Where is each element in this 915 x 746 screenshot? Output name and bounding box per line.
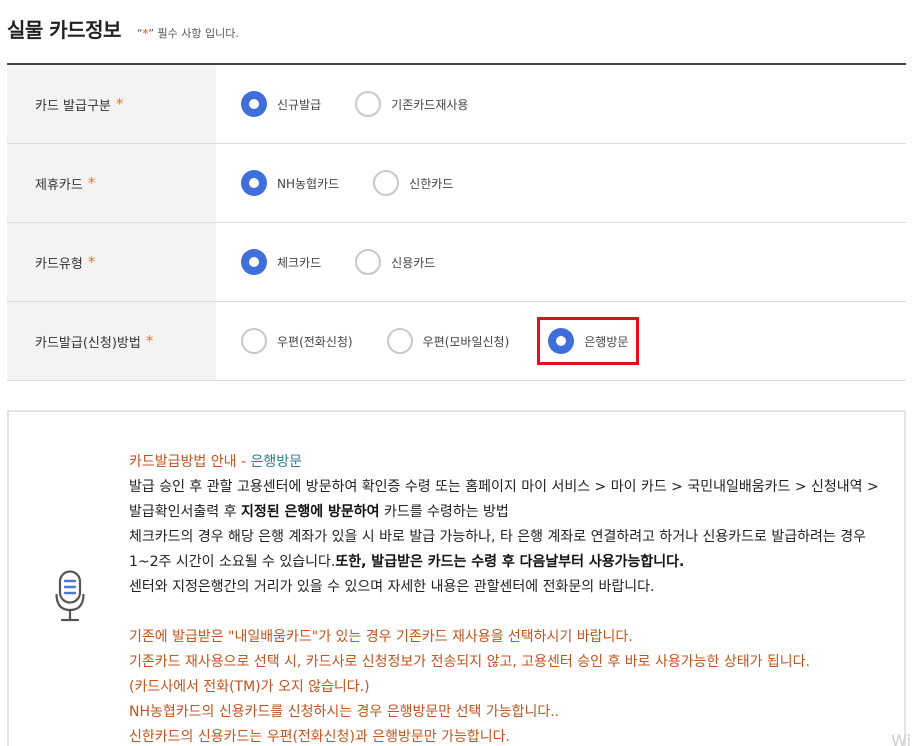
radio-label: 체크카드 [277, 255, 322, 270]
info-note: NH농협카드의 신용카드를 신청하시는 경우 은행방문만 선택 가능합니다.. [129, 704, 560, 720]
info-title-main: 카드발급방법 안내 - [129, 454, 251, 470]
radio-credit-card[interactable]: 신용카드 [349, 238, 441, 286]
info-title-sub: 은행방문 [250, 454, 302, 470]
radio-label: 우편(전화신청) [277, 334, 353, 349]
info-line-3: 센터와 지정은행간의 거리가 있을 수 있으며 자세한 내용은 관할센터에 전화… [129, 579, 655, 595]
radio-label: 은행방문 [584, 334, 629, 349]
radio-button-checked[interactable] [241, 91, 267, 117]
radio-check-card[interactable]: 체크카드 [235, 238, 327, 286]
form-row-card-type: 카드유형 * 체크카드 신용카드 [7, 223, 906, 302]
form-row-issue-method: 카드발급(신청)방법 * 우편(전화신청) 우편(모바일신청) 은행방문 [7, 302, 906, 381]
info-note: (카드사에서 전화(TM)가 오지 않습니다.) [129, 679, 370, 695]
radio-button[interactable] [241, 328, 267, 354]
form-label: 카드 발급구분 * [7, 65, 216, 143]
radio-label: 신용카드 [391, 255, 436, 270]
radio-group-card-type: 체크카드 신용카드 [216, 223, 906, 301]
radio-label: 기존카드재사용 [391, 97, 469, 112]
radio-group-partner-card: NH농협카드 신한카드 [216, 144, 906, 222]
info-content: 카드발급방법 안내 - 은행방문 발급 승인 후 관할 고용센터에 방문하여 확… [129, 450, 889, 746]
radio-button[interactable] [355, 91, 382, 117]
radio-button-checked[interactable] [548, 328, 575, 354]
radio-button[interactable] [355, 249, 382, 275]
radio-label: 우편(모바일신청) [422, 334, 510, 349]
radio-button[interactable] [386, 328, 413, 354]
form-label-text: 카드유형 [35, 256, 83, 272]
required-star: * [87, 253, 96, 271]
radio-bank-visit[interactable]: 은행방문 [537, 317, 640, 365]
radio-group-issue-method: 우편(전화신청) 우편(모바일신청) 은행방문 [216, 302, 906, 380]
info-text-bold: 지정된 은행에 방문하여 [240, 504, 380, 520]
info-note: 기존카드 재사용으로 선택 시, 카드사로 신청정보가 전송되지 않고, 고용센… [129, 654, 811, 670]
form-label-text: 제휴카드 [35, 177, 83, 193]
page-header: 실물 카드정보 “*” 필수 사항 입니다. [7, 14, 239, 43]
radio-button[interactable] [373, 170, 400, 196]
info-text-bold: 또한, 발급받은 카드는 수령 후 다음날부터 사용가능합니다. [335, 554, 685, 570]
required-star: * [115, 95, 124, 113]
info-line-2: 체크카드의 경우 해당 은행 계좌가 있을 시 바로 발급 가능하나, 타 은행… [129, 525, 889, 575]
radio-button-checked[interactable] [241, 249, 267, 275]
radio-new-issue[interactable]: 신규발급 [235, 80, 327, 128]
form-label-text: 카드 발급구분 [35, 98, 111, 114]
info-note: 신한카드의 신용카드는 우편(전화신청)과 은행방문만 가능합니다. [129, 729, 510, 745]
form-label: 카드발급(신청)방법 * [7, 302, 216, 380]
info-text: 카드를 수령하는 방법 [379, 504, 509, 520]
radio-label: 신규발급 [277, 97, 322, 112]
info-line-1: 발급 승인 후 관할 고용센터에 방문하여 확인증 수령 또는 홈페이지 마이 … [129, 475, 889, 525]
radio-mail-mobile[interactable]: 우편(모바일신청) [381, 317, 516, 365]
form-label: 카드유형 * [7, 223, 216, 301]
form-row-partner-card: 제휴카드 * NH농협카드 신한카드 [7, 144, 906, 223]
radio-mail-phone[interactable]: 우편(전화신청) [235, 317, 359, 365]
required-star: * [145, 332, 154, 350]
card-info-form: 카드 발급구분* 신규발급 기존카드재사용 제휴카드* NH농협카드 신한카 [7, 63, 906, 381]
radio-button-checked[interactable] [241, 170, 267, 196]
form-label: 제휴카드 * [7, 144, 216, 222]
radio-nh-card[interactable]: NH농협카드 [235, 159, 345, 207]
required-star: * [87, 174, 96, 192]
required-note-text: 필수 사항 입니다. [154, 27, 239, 40]
watermark: Wi [891, 731, 911, 746]
radio-group-issue-type: 신규발급 기존카드재사용 [216, 65, 906, 143]
radio-label: 신한카드 [409, 176, 454, 191]
page-title: 실물 카드정보 [7, 18, 121, 42]
radio-label: NH농협카드 [277, 176, 340, 191]
microphone-icon [55, 570, 85, 626]
form-label-text: 카드발급(신청)방법 [35, 335, 141, 351]
info-note: 기존에 발급받은 "내일배움카드"가 있는 경우 기존카드 재사용을 선택하시기… [129, 629, 633, 645]
radio-reuse-card[interactable]: 기존카드재사용 [349, 80, 474, 128]
required-note: “*” 필수 사항 입니다. [137, 25, 239, 41]
radio-shinhan-card[interactable]: 신한카드 [367, 159, 459, 207]
info-title: 카드발급방법 안내 - 은행방문 [129, 450, 889, 475]
info-box: 카드발급방법 안내 - 은행방문 발급 승인 후 관할 고용센터에 방문하여 확… [7, 410, 906, 746]
form-row-issue-type: 카드 발급구분 * 신규발급 기존카드재사용 [7, 65, 906, 144]
